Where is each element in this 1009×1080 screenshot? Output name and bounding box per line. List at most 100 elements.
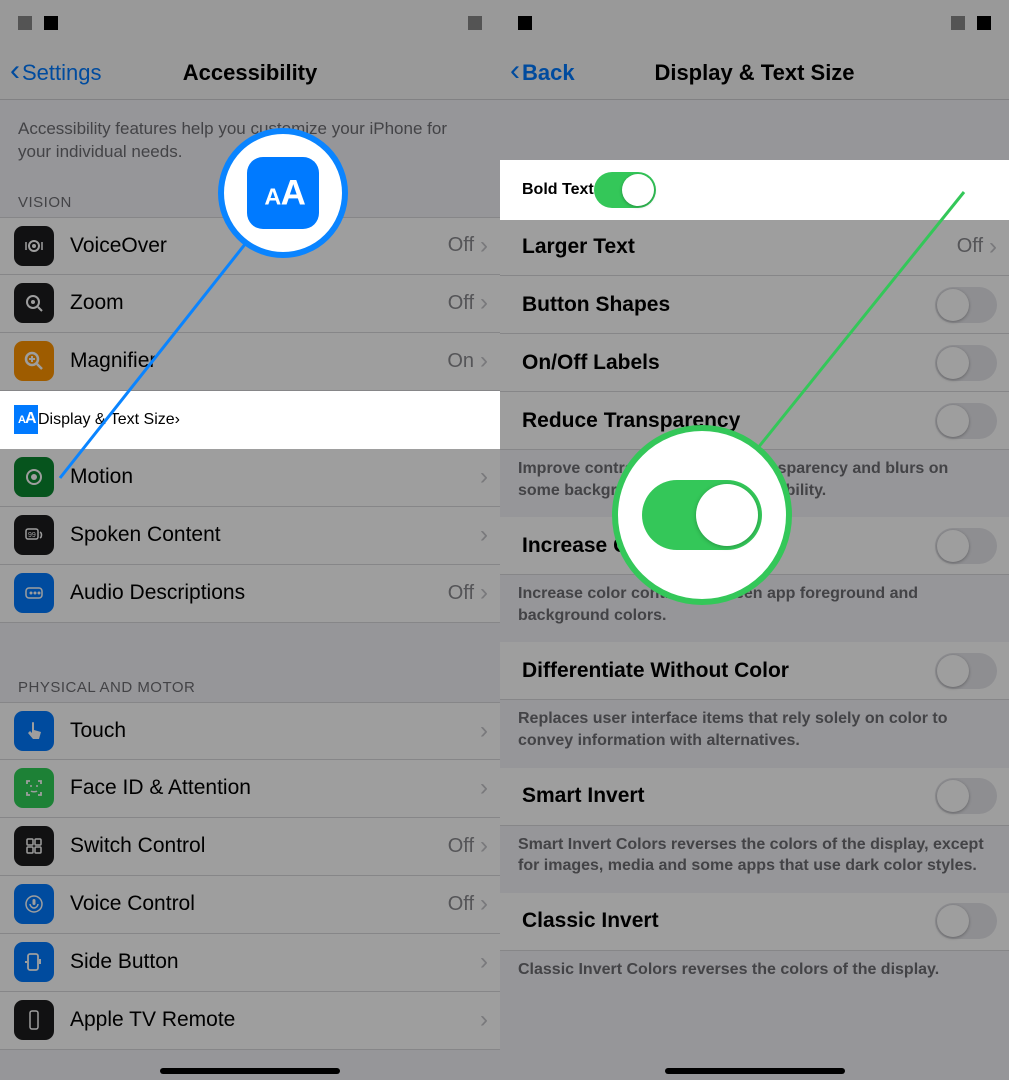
settings-row[interactable]: Apple TV Remote› [0, 992, 500, 1050]
row-value: Off [448, 292, 474, 315]
home-indicator[interactable] [665, 1068, 845, 1074]
chevron-right-icon: › [480, 1006, 488, 1034]
settings-row[interactable]: Button Shapes [500, 276, 1009, 334]
settings-row[interactable]: Side Button› [0, 934, 500, 992]
row-label: Spoken Content [70, 523, 480, 547]
remote-icon [14, 1000, 54, 1040]
svg-text:A: A [281, 174, 306, 213]
row-label: Audio Descriptions [70, 581, 448, 605]
chevron-left-icon: ‹ [10, 56, 20, 86]
toggle[interactable] [935, 903, 997, 939]
back-button[interactable]: ‹ Settings [10, 60, 102, 86]
text-size-icon: AA [247, 157, 319, 229]
svg-text:A: A [25, 410, 37, 427]
chevron-right-icon: › [480, 774, 488, 802]
toggle[interactable] [935, 528, 997, 564]
row-display-text-size-highlight[interactable]: AA Display & Text Size › [0, 391, 500, 449]
spoken-icon: 99 [14, 515, 54, 555]
row-label: Motion [70, 465, 480, 489]
row-label: Button Shapes [522, 293, 935, 317]
row-label: On/Off Labels [522, 351, 935, 375]
settings-row[interactable]: Switch ControlOff› [0, 818, 500, 876]
toggle[interactable] [935, 345, 997, 381]
settings-row[interactable]: Audio DescriptionsOff › [0, 565, 500, 623]
nav-bar: ‹ Back Display & Text Size [500, 46, 1009, 100]
toggle-on-icon [642, 480, 762, 550]
chevron-right-icon: › [480, 463, 488, 491]
audiodesc-icon [14, 573, 54, 613]
settings-row[interactable]: MagnifierOn › [0, 333, 500, 391]
row-label: Switch Control [70, 834, 448, 858]
row-label: Larger Text [522, 235, 957, 259]
svg-text:99: 99 [28, 532, 36, 539]
row-label: Magnifier [70, 349, 447, 373]
row-label: Voice Control [70, 892, 448, 916]
settings-row[interactable]: ZoomOff › [0, 275, 500, 333]
voiceover-icon [14, 226, 54, 266]
chevron-right-icon: › [989, 233, 997, 261]
settings-row[interactable]: Classic Invert [500, 893, 1009, 951]
voicectl-icon [14, 884, 54, 924]
callout-toggle-on [612, 425, 792, 605]
faceid-icon [14, 768, 54, 808]
settings-row[interactable]: Voice ControlOff › [0, 876, 500, 934]
text-size-icon: AA [14, 405, 38, 434]
row-label: Display & Text Size [38, 411, 175, 429]
settings-row[interactable]: Larger TextOff › [500, 218, 1009, 276]
settings-row[interactable]: On/Off Labels [500, 334, 1009, 392]
toggle[interactable] [935, 653, 997, 689]
settings-row[interactable]: Motion› [0, 449, 500, 507]
zoom-icon [14, 283, 54, 323]
callout-display-text-size: AA [218, 128, 348, 258]
chevron-right-icon: › [480, 289, 488, 317]
row-value: On [447, 350, 474, 373]
status-bar [500, 0, 1009, 46]
sidebutton-icon [14, 942, 54, 982]
motion-icon [14, 457, 54, 497]
row-label: Differentiate Without Color [522, 659, 935, 683]
row-footer: Smart Invert Colors reverses the colors … [500, 826, 1009, 893]
chevron-right-icon: › [480, 579, 488, 607]
toggle-bold-text[interactable] [594, 172, 656, 208]
back-button[interactable]: ‹ Back [510, 60, 575, 86]
row-value: Off [957, 235, 983, 258]
touch-icon [14, 711, 54, 751]
switch-icon [14, 826, 54, 866]
row-label: Zoom [70, 291, 448, 315]
chevron-right-icon: › [480, 717, 488, 745]
chevron-left-icon: ‹ [510, 56, 520, 86]
chevron-right-icon: › [480, 521, 488, 549]
row-label: Smart Invert [522, 784, 935, 808]
settings-row[interactable]: Differentiate Without Color [500, 642, 1009, 700]
toggle[interactable] [935, 403, 997, 439]
row-value: Off [448, 582, 474, 605]
row-label: Touch [70, 719, 480, 743]
toggle[interactable] [935, 778, 997, 814]
row-value: Off [448, 835, 474, 858]
settings-row[interactable]: Smart Invert [500, 768, 1009, 826]
row-label: Face ID & Attention [70, 776, 480, 800]
section-header-physical: PHYSICAL AND MOTOR [0, 657, 500, 702]
magnifier-icon [14, 341, 54, 381]
row-label: Side Button [70, 950, 480, 974]
row-label: Classic Invert [522, 909, 935, 933]
chevron-right-icon: › [480, 347, 488, 375]
home-indicator[interactable] [160, 1068, 340, 1074]
row-value: Off [448, 893, 474, 916]
chevron-right-icon: › [480, 948, 488, 976]
row-footer: Classic Invert Colors reverses the color… [500, 951, 1009, 997]
chevron-right-icon: › [480, 232, 488, 260]
row-value: Off [448, 234, 474, 257]
settings-row[interactable]: 99 Spoken Content› [0, 507, 500, 565]
row-bold-text-highlight[interactable]: Bold Text [500, 160, 1009, 220]
row-label: Apple TV Remote [70, 1008, 480, 1032]
row-footer: Replaces user interface items that rely … [500, 700, 1009, 767]
chevron-right-icon: › [175, 411, 180, 429]
settings-row[interactable]: Touch› [0, 702, 500, 760]
toggle[interactable] [935, 287, 997, 323]
chevron-right-icon: › [480, 890, 488, 918]
status-bar [0, 0, 500, 46]
svg-text:A: A [264, 184, 281, 210]
nav-bar: ‹ Settings Accessibility [0, 46, 500, 100]
settings-row[interactable]: Face ID & Attention› [0, 760, 500, 818]
